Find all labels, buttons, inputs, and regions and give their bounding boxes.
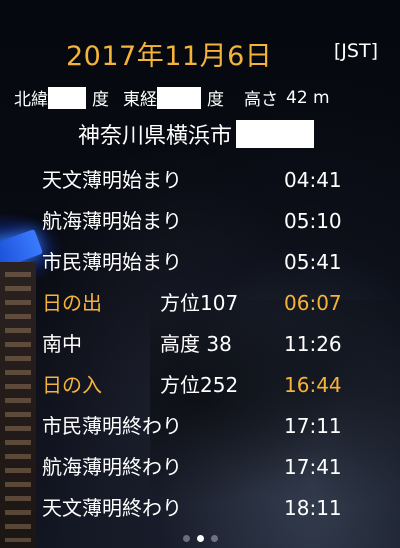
event-row: 日の出 方位107 06:07 — [0, 283, 400, 324]
timezone-label: [JST] — [333, 40, 378, 62]
event-detail: 方位107 — [160, 291, 239, 315]
date-title: 2017年11月6日 — [66, 41, 273, 72]
event-row: 日の入 方位252 16:44 — [0, 365, 400, 406]
city-redaction — [236, 120, 315, 148]
event-row: 市民薄明始まり 05:41 — [0, 242, 400, 283]
event-time: 17:11 — [284, 414, 342, 438]
event-time: 16:44 — [284, 373, 342, 397]
event-time: 11:26 — [284, 332, 342, 356]
event-time: 06:07 — [284, 291, 342, 315]
event-row: 航海薄明始まり 05:10 — [0, 201, 400, 242]
event-time: 05:41 — [284, 250, 342, 274]
event-time: 05:10 — [284, 209, 342, 233]
page-dot[interactable] — [182, 535, 190, 542]
coordinates-line: 北緯 度 東経 度 高さ 42 m — [14, 85, 330, 110]
longitude-label: 東経 — [123, 90, 157, 110]
event-label: 南中 — [42, 332, 82, 356]
event-label: 市民薄明始まり — [42, 250, 182, 274]
event-row: 天文薄明始まり 04:41 — [0, 160, 400, 201]
event-time: 18:11 — [284, 496, 342, 520]
event-label: 市民薄明終わり — [42, 414, 182, 438]
latitude-unit: 度 — [92, 90, 109, 110]
event-label: 航海薄明始まり — [42, 209, 182, 233]
page-indicator[interactable] — [0, 535, 400, 542]
sun-times-screen: 2017年11月6日 [JST] 北緯 度 東経 度 高さ 42 m 神奈川県横… — [0, 0, 400, 548]
event-row: 市民薄明終わり 17:11 — [0, 406, 400, 447]
event-time: 04:41 — [284, 168, 342, 192]
latitude-label: 北緯 — [14, 90, 48, 110]
event-row: 南中 高度 38 11:26 — [0, 324, 400, 365]
event-label: 天文薄明始まり — [42, 168, 182, 192]
event-label: 日の出 — [42, 291, 102, 315]
event-time: 17:41 — [284, 455, 342, 479]
page-dot[interactable] — [196, 535, 204, 542]
altitude-label: 高さ — [244, 90, 278, 110]
page-dot[interactable] — [210, 535, 218, 542]
event-list: 天文薄明始まり 04:41 航海薄明始まり 05:10 市民薄明始まり 05:41 日の出方… — [0, 160, 400, 529]
city-name: 神奈川県横浜市 — [78, 124, 233, 149]
event-row: 航海薄明終わり 17:41 — [0, 447, 400, 488]
event-detail: 高度 38 — [160, 332, 232, 356]
longitude-unit: 度 — [207, 90, 224, 110]
event-label: 航海薄明終わり — [42, 455, 182, 479]
city-line: 神奈川県横浜市 — [78, 118, 315, 150]
latitude-redaction — [48, 86, 86, 109]
longitude-redaction — [157, 86, 201, 109]
event-label: 天文薄明終わり — [42, 496, 182, 520]
event-label: 日の入 — [42, 373, 102, 397]
altitude-value: 42 m — [286, 87, 330, 108]
event-detail: 方位252 — [160, 373, 239, 397]
event-row: 天文薄明終わり 18:11 — [0, 488, 400, 529]
